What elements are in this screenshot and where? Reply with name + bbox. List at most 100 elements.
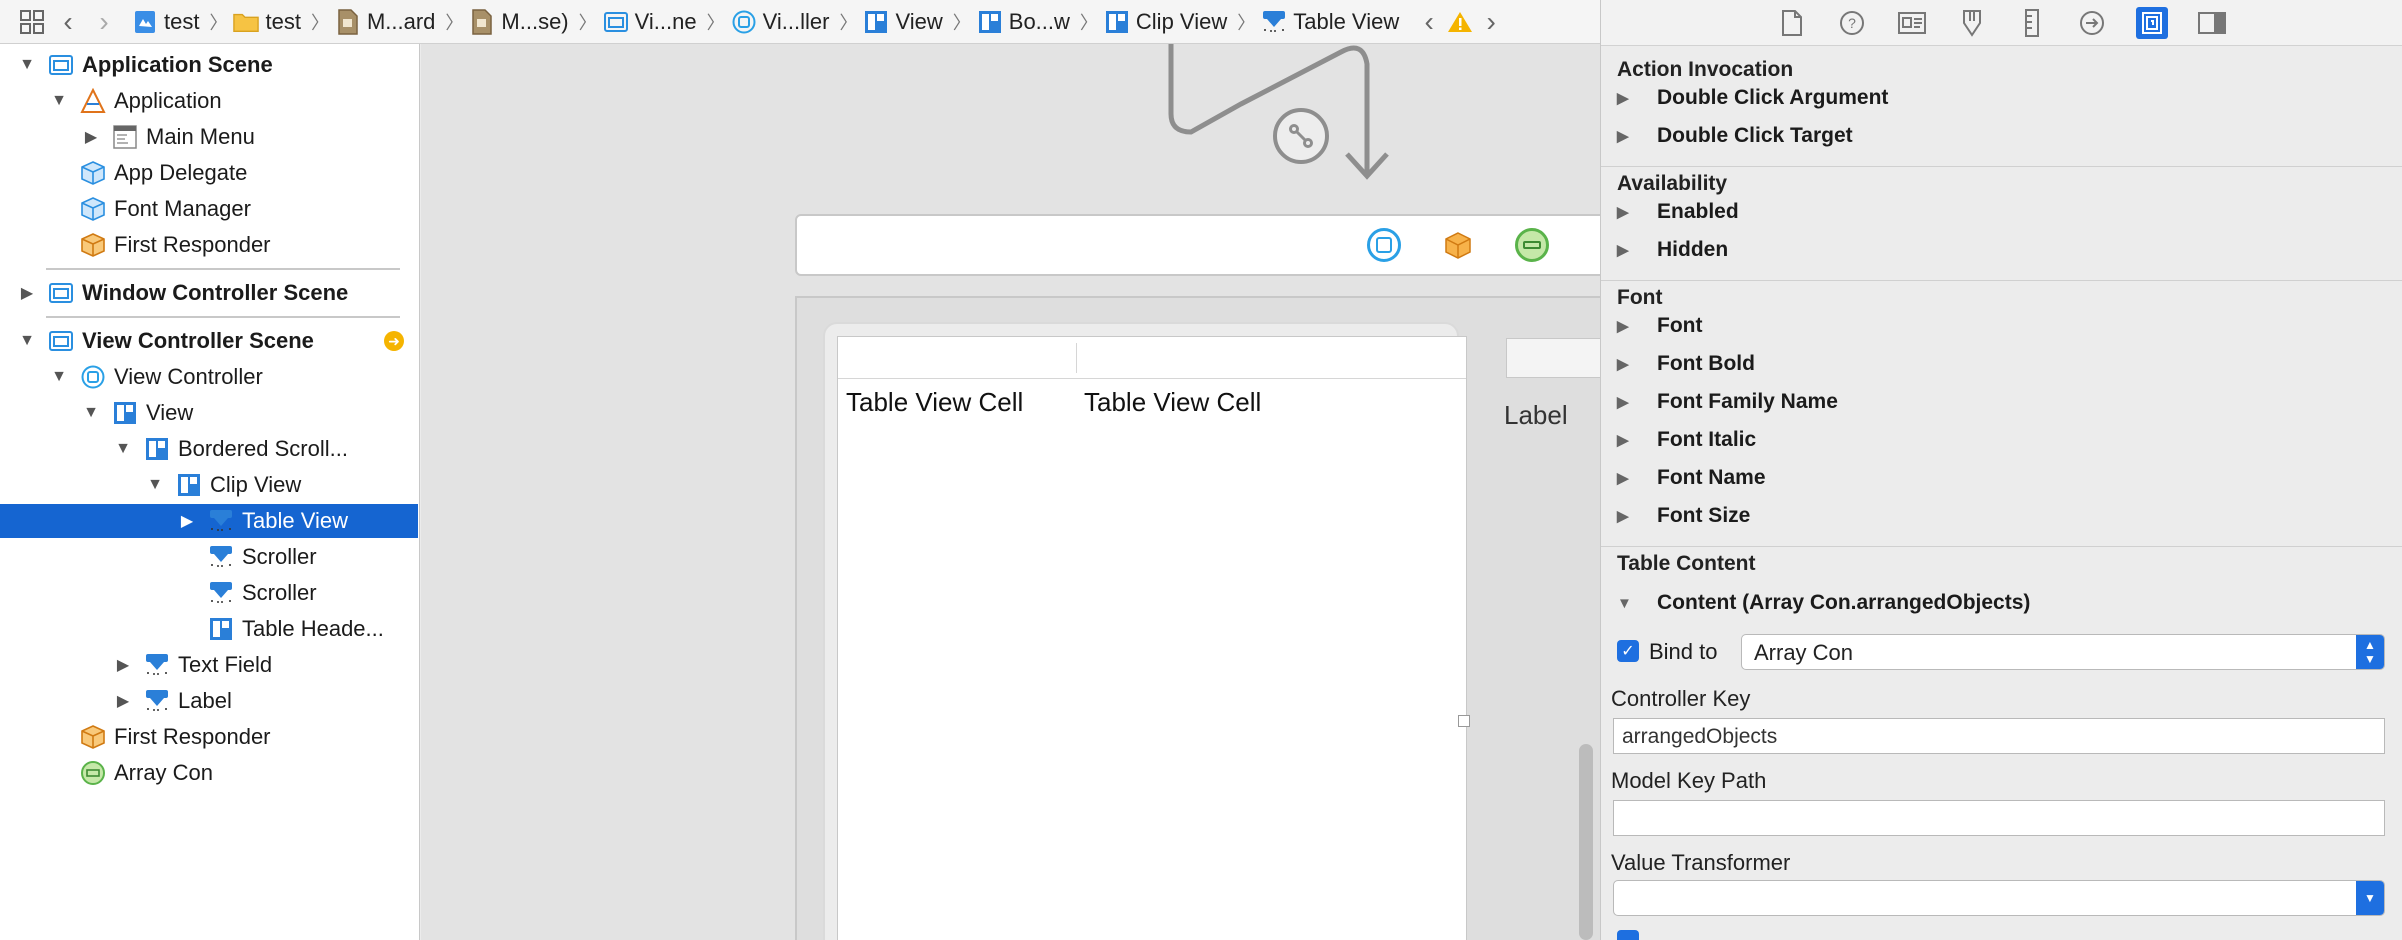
interface-canvas[interactable]: Table View Cell Table View Cell Label	[421, 44, 1600, 940]
disclosure-closed-icon[interactable]: ▶	[176, 510, 198, 532]
outline-row[interactable]: ▶ Window Controller Scene	[0, 276, 418, 310]
binding-property[interactable]: ▶ Enabled	[1617, 200, 1739, 224]
binding-property[interactable]: ▶ Font	[1617, 314, 1702, 338]
outline-row[interactable]: Scroller	[0, 540, 418, 574]
disclosure-closed-icon[interactable]: ▶	[16, 282, 38, 304]
segue-icon[interactable]	[1273, 108, 1329, 164]
back-button[interactable]: ‹	[50, 5, 86, 39]
outline-row[interactable]: ▼ View Controller Scene ➜	[0, 324, 418, 358]
disclosure-open-icon[interactable]: ▼	[48, 90, 70, 112]
disclosure-closed-icon[interactable]: ▶	[1617, 393, 1635, 411]
quick-help-icon[interactable]: ?	[1836, 7, 1868, 39]
content-binding-header[interactable]: ▼ Content (Array Con.arrangedObjects)	[1617, 591, 2030, 615]
disclosure-closed-icon[interactable]: ▶	[1617, 89, 1635, 107]
disclosure-open-icon[interactable]: ▼	[80, 402, 102, 424]
text-field-preview[interactable]	[1506, 338, 1600, 378]
attributes-inspector-icon[interactable]	[1956, 7, 1988, 39]
outline-row[interactable]: Array Con	[0, 756, 418, 790]
disclosure-open-icon[interactable]: ▼	[16, 330, 38, 352]
disclosure-closed-icon[interactable]: ▶	[1617, 431, 1635, 449]
breadcrumb-item[interactable]: Vi...ller	[731, 9, 829, 35]
outline-row[interactable]: Font Manager	[0, 192, 418, 226]
raises-for-not-applicable-checkbox[interactable]	[1617, 930, 1639, 940]
disclosure-open-icon[interactable]: ▼	[48, 366, 70, 388]
table-view[interactable]: Table View Cell Table View Cell	[837, 336, 1470, 940]
breadcrumb-item[interactable]: View	[863, 9, 943, 35]
next-issue-button[interactable]: ›	[1473, 5, 1509, 39]
disclosure-closed-icon[interactable]: ▶	[80, 126, 102, 148]
identity-inspector-icon[interactable]	[1896, 7, 1928, 39]
disclosure-open-icon[interactable]: ▼	[144, 474, 166, 496]
bind-to-checkbox[interactable]: ✓	[1617, 640, 1639, 662]
binding-property[interactable]: ▶ Font Size	[1617, 504, 1750, 528]
resize-handle[interactable]	[1458, 715, 1470, 727]
value-transformer-popup[interactable]: ▼	[1613, 880, 2385, 916]
binding-property[interactable]: ▶ Font Bold	[1617, 352, 1755, 376]
breadcrumb-item[interactable]: M...se)	[469, 9, 569, 35]
outline-row[interactable]: First Responder	[0, 228, 418, 262]
breadcrumb-item[interactable]: Table View	[1261, 9, 1399, 35]
outline-row[interactable]: ▼ Bordered Scroll...	[0, 432, 418, 466]
outline-row[interactable]: Scroller	[0, 576, 418, 610]
table-cell-2[interactable]: Table View Cell	[1084, 387, 1261, 418]
outline-row[interactable]: ▼ Clip View	[0, 468, 418, 502]
disclosure-closed-icon[interactable]: ▶	[1617, 355, 1635, 373]
warning-icon[interactable]	[1447, 9, 1473, 35]
disclosure-closed-icon[interactable]: ▶	[1617, 469, 1635, 487]
outline-row[interactable]: ▶ Label	[0, 684, 418, 718]
file-inspector-icon[interactable]	[1776, 7, 1808, 39]
table-header[interactable]	[838, 337, 1466, 379]
dock-array-controller-icon[interactable]	[1515, 228, 1549, 262]
binding-property[interactable]: ▶ Hidden	[1617, 238, 1728, 262]
entry-point-icon[interactable]: ➜	[384, 331, 404, 351]
view-effects-inspector-icon[interactable]	[2196, 7, 2228, 39]
outline-row[interactable]: First Responder	[0, 720, 418, 754]
segue-connector[interactable]	[1121, 44, 1600, 224]
size-inspector-icon[interactable]	[2016, 7, 2048, 39]
breadcrumb-item[interactable]: M...ard	[335, 9, 435, 35]
outline-row[interactable]: ▶ Main Menu	[0, 120, 418, 154]
dock-first-responder-icon[interactable]	[1441, 228, 1475, 262]
outline-row[interactable]: Table Heade...	[0, 612, 418, 646]
disclosure-open-icon[interactable]: ▼	[16, 54, 38, 76]
binding-property[interactable]: ▶ Font Italic	[1617, 428, 1756, 452]
outline-row[interactable]: App Delegate	[0, 156, 418, 190]
breadcrumb-item[interactable]: test	[233, 9, 301, 35]
disclosure-open-icon[interactable]: ▼	[112, 438, 134, 460]
dock-view-controller-icon[interactable]	[1367, 228, 1401, 262]
breadcrumb-item[interactable]: Vi...ne	[603, 9, 697, 35]
outline-row[interactable]: ▶ Table View	[0, 504, 418, 538]
breadcrumb-item[interactable]: Bo...w	[977, 9, 1070, 35]
controller-key-field[interactable]: arrangedObjects	[1613, 718, 2385, 754]
connections-inspector-icon[interactable]	[2076, 7, 2108, 39]
disclosure-closed-icon[interactable]: ▶	[1617, 203, 1635, 221]
binding-property[interactable]: ▶ Double Click Target	[1617, 124, 1853, 148]
disclosure-closed-icon[interactable]: ▶	[1617, 507, 1635, 525]
outline-row[interactable]: ▼ Application Scene	[0, 48, 418, 82]
outline-row[interactable]: ▼ View	[0, 396, 418, 430]
model-key-path-field[interactable]	[1613, 800, 2385, 836]
canvas-scrollbar[interactable]	[1579, 744, 1593, 940]
table-cell-1[interactable]: Table View Cell	[846, 387, 1023, 418]
outline-row[interactable]: ▶ Text Field	[0, 648, 418, 682]
forward-button[interactable]: ›	[86, 5, 122, 39]
related-items-icon[interactable]	[14, 5, 50, 39]
disclosure-closed-icon[interactable]: ▶	[112, 690, 134, 712]
disclosure-closed-icon[interactable]: ▶	[1617, 241, 1635, 259]
binding-property[interactable]: ▶ Font Name	[1617, 466, 1766, 490]
previous-issue-button[interactable]: ‹	[1411, 5, 1447, 39]
breadcrumb-item[interactable]: test	[132, 9, 199, 35]
disclosure-closed-icon[interactable]: ▶	[1617, 317, 1635, 335]
outline-row[interactable]: ▼ Application	[0, 84, 418, 118]
bindings-inspector-icon[interactable]	[2136, 6, 2168, 39]
disclosure-open-icon[interactable]: ▼	[1617, 595, 1635, 612]
bind-to-popup[interactable]: Array Con ▲ ▼	[1741, 634, 2385, 670]
disclosure-closed-icon[interactable]: ▶	[112, 654, 134, 676]
binding-property[interactable]: ▶ Font Family Name	[1617, 390, 1838, 414]
outline-row[interactable]: ▼ View Controller	[0, 360, 418, 394]
binding-property[interactable]: ▶ Double Click Argument	[1617, 86, 1888, 110]
disclosure-closed-icon[interactable]: ▶	[1617, 127, 1635, 145]
breadcrumb-item[interactable]: Clip View	[1104, 9, 1227, 35]
breadcrumb-label: Clip View	[1135, 8, 1228, 34]
label-preview[interactable]: Label	[1504, 400, 1568, 431]
